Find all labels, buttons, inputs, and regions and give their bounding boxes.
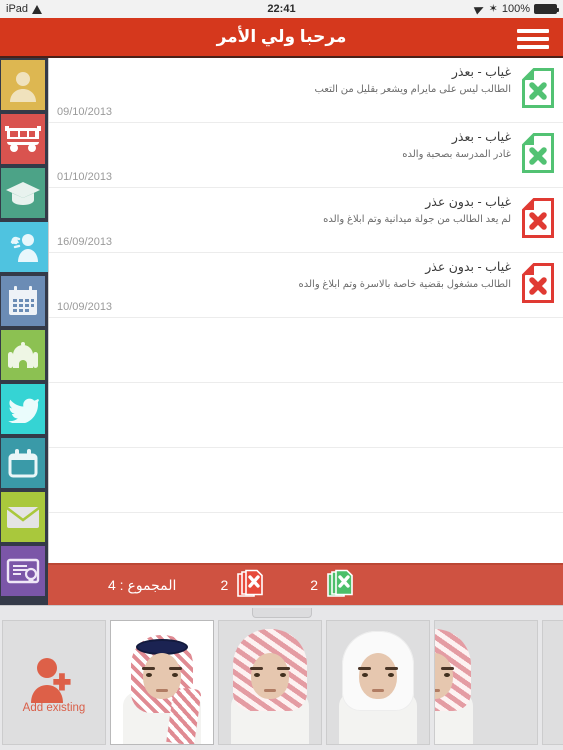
hamburger-bar: [517, 45, 549, 49]
student-cards: Add existing: [0, 620, 563, 748]
excused-summary: 2: [310, 569, 356, 601]
ipad-app-screen: iPad 22:41 ✶ 100% مرحبا ولي الأمر غياب -…: [0, 0, 563, 750]
calendar-grid-icon: [7, 285, 39, 317]
absence-row[interactable]: غياب - بدون عذر لم يعد الطالب من جولة مي…: [49, 188, 563, 253]
app-header: مرحبا ولي الأمر: [0, 18, 563, 58]
sidebar-item-profile[interactable]: [1, 60, 45, 110]
absence-type-label: غياب - بعذر: [451, 130, 511, 144]
absence-row-empty: [49, 318, 563, 383]
sidebar-item-transport[interactable]: [1, 114, 45, 164]
student-card-add-existing[interactable]: Add existing: [2, 620, 106, 745]
page-title: مرحبا ولي الأمر: [216, 27, 347, 46]
absence-row-texts: غياب - بعذر الطالب ليس على مايرام ويشعر …: [57, 63, 511, 96]
location-arrow-icon: [475, 4, 485, 14]
student-photo: [435, 621, 537, 744]
absence-date-label: 01/10/2013: [57, 171, 113, 183]
document-x-green-icon: [522, 133, 554, 173]
absence-row-empty: [49, 383, 563, 448]
student-card-student-3[interactable]: [326, 620, 430, 745]
document-x-red-icon: [522, 198, 554, 238]
absence-date-label: 09/10/2013: [57, 106, 113, 118]
person-add-icon: [29, 657, 79, 708]
absence-row-texts: غياب - بدون عذر الطالب مشغول بقضية خاصة …: [57, 258, 511, 291]
unexcused-summary: 2: [220, 569, 266, 601]
person-waving-icon: [6, 232, 42, 262]
absence-row-texts: غياب - بعذر غادر المدرسة بصحبة والده: [57, 128, 511, 161]
bluetooth-icon: ✶: [488, 2, 498, 15]
student-photo: [327, 621, 429, 744]
absence-reason-label: الطالب مشغول بقضية خاصة بالاسرة وتم ابلا…: [298, 279, 511, 290]
summary-bar: 2 2 المجموع : 4: [48, 563, 563, 605]
card-label: Add existing: [22, 702, 86, 714]
absence-list: غياب - بعذر الطالب ليس على مايرام ويشعر …: [48, 58, 563, 563]
document-x-green-icon: [522, 68, 554, 108]
certificate-icon: [6, 557, 40, 585]
absence-type-label: غياب - بعذر: [451, 65, 511, 79]
sidebar: [0, 58, 48, 605]
documents-stack-x-green-icon: [326, 569, 356, 601]
envelope-icon: [6, 504, 40, 530]
absence-row-empty: [49, 448, 563, 513]
excused-count: 2: [310, 577, 319, 593]
graduation-cap-icon: [5, 179, 41, 207]
school-bus-icon: [5, 125, 41, 153]
absence-reason-label: غادر المدرسة بصحبة والده: [402, 149, 511, 160]
absence-row[interactable]: غياب - بعذر الطالب ليس على مايرام ويشعر …: [49, 58, 563, 123]
absence-type-label: غياب - بدون عذر: [425, 260, 511, 274]
battery-full-icon: [534, 4, 559, 14]
documents-stack-x-red-icon: [236, 569, 266, 601]
sidebar-item-events[interactable]: [1, 438, 45, 488]
status-bar: iPad 22:41 ✶ 100%: [0, 0, 563, 18]
sidebar-item-certificates[interactable]: [1, 546, 45, 596]
total-label: المجموع : 4: [108, 576, 177, 593]
student-card-student-2[interactable]: [218, 620, 322, 745]
drag-handle[interactable]: [251, 608, 312, 618]
document-x-red-icon: [522, 263, 554, 303]
student-card-student-4[interactable]: [434, 620, 538, 745]
student-card-transfer-school[interactable]: [542, 620, 563, 745]
absence-date-label: 16/09/2013: [57, 236, 113, 248]
absence-reason-label: لم يعد الطالب من جولة ميدانية وتم ابلاغ …: [323, 214, 511, 225]
sidebar-item-twitter[interactable]: [1, 384, 45, 434]
status-bar-right: ✶ 100%: [475, 2, 559, 15]
absence-row[interactable]: غياب - بدون عذر الطالب مشغول بقضية خاصة …: [49, 253, 563, 318]
sidebar-item-attendance[interactable]: [0, 222, 48, 272]
calendar-icon: [7, 448, 39, 478]
absence-reason-label: الطالب ليس على مايرام ويشعر بقليل من الت…: [314, 84, 511, 95]
twitter-bird-icon: [7, 395, 39, 423]
sidebar-item-academics[interactable]: [1, 168, 45, 218]
student-photo: [219, 621, 321, 744]
unexcused-count: 2: [220, 577, 229, 593]
sidebar-item-mosque[interactable]: [1, 330, 45, 380]
student-photo: [111, 621, 213, 744]
person-icon: [6, 68, 40, 102]
hamburger-bar: [517, 37, 549, 41]
absence-date-label: 10/09/2013: [57, 301, 113, 313]
hamburger-bar: [517, 29, 549, 33]
absence-type-label: غياب - بدون عذر: [425, 195, 511, 209]
hamburger-menu-icon[interactable]: [517, 29, 549, 49]
battery-percent-label: 100%: [501, 3, 530, 15]
sidebar-item-messages[interactable]: [1, 492, 45, 542]
absence-row[interactable]: غياب - بعذر غادر المدرسة بصحبة والده 01/…: [49, 123, 563, 188]
absence-row-texts: غياب - بدون عذر لم يعد الطالب من جولة مي…: [57, 193, 511, 226]
sidebar-item-timetable[interactable]: [1, 276, 45, 326]
student-card-student-1[interactable]: [110, 620, 214, 745]
mosque-icon: [5, 342, 41, 368]
student-picker-strip: Add existing: [0, 605, 563, 750]
